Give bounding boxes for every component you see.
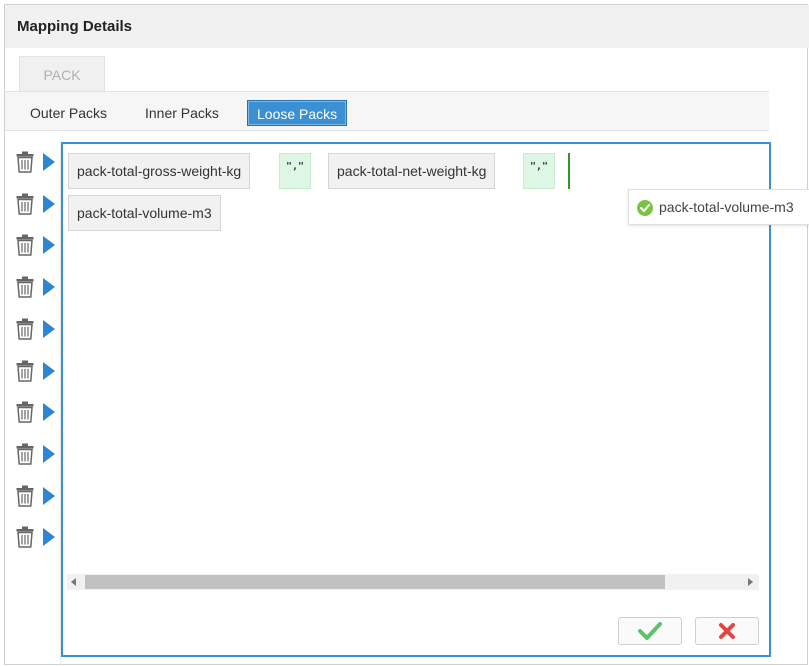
trash-icon[interactable] — [15, 485, 35, 507]
drop-cursor — [568, 153, 570, 189]
field-chip[interactable]: pack-total-volume-m3 — [68, 195, 221, 231]
trash-icon[interactable] — [15, 526, 35, 549]
play-arrow-icon[interactable] — [43, 194, 55, 213]
mapping-details-panel: Mapping Details PACK Outer Packs Inner P… — [4, 4, 809, 665]
delimiter-chip[interactable]: "," — [523, 153, 556, 189]
trash-icon[interactable] — [15, 360, 35, 382]
play-arrow-icon[interactable] — [43, 361, 55, 380]
row-control — [11, 145, 61, 177]
play-arrow-icon[interactable] — [43, 319, 55, 338]
play-arrow-icon[interactable] — [43, 236, 55, 255]
delimiter-chip[interactable]: "," — [279, 153, 312, 189]
check-icon — [638, 622, 662, 640]
play-arrow-icon[interactable] — [43, 486, 55, 505]
row-control — [11, 395, 61, 427]
row-control — [11, 228, 61, 260]
trash-icon[interactable] — [15, 151, 35, 173]
tab-pack[interactable]: PACK — [19, 56, 105, 91]
panel-title: Mapping Details — [17, 18, 133, 35]
scroll-right-icon[interactable] — [748, 578, 753, 586]
confirm-button[interactable] — [618, 617, 682, 645]
row-control — [11, 520, 61, 552]
panel-header: Mapping Details — [5, 5, 809, 48]
check-circle-icon — [637, 200, 653, 216]
subtab-inner-packs[interactable]: Inner Packs — [145, 100, 219, 126]
field-chip[interactable]: pack-total-net-weight-kg — [328, 153, 496, 189]
field-chip[interactable]: pack-total-gross-weight-kg — [68, 153, 251, 189]
tooltip-label: pack-total-volume-m3 — [659, 199, 794, 215]
close-icon — [719, 623, 735, 639]
pack-subtabs: Outer Packs Inner Packs Loose Packs — [5, 91, 769, 131]
subtab-loose-packs[interactable]: Loose Packs — [247, 100, 348, 126]
scroll-left-icon[interactable] — [71, 578, 76, 586]
trash-icon[interactable] — [15, 276, 35, 298]
trash-icon[interactable] — [15, 318, 35, 340]
trash-icon[interactable] — [15, 234, 35, 257]
trash-icon[interactable] — [15, 443, 35, 465]
scrollbar-thumb[interactable] — [85, 575, 665, 589]
trash-icon[interactable] — [15, 401, 35, 423]
row-control — [11, 270, 61, 302]
subtab-outer-packs[interactable]: Outer Packs — [30, 100, 107, 126]
drag-tooltip: pack-total-volume-m3 — [628, 189, 809, 225]
row-control — [11, 479, 61, 511]
row-control — [11, 437, 61, 469]
row-control — [11, 354, 61, 386]
play-arrow-icon[interactable] — [43, 403, 55, 422]
cancel-button[interactable] — [695, 617, 759, 645]
play-arrow-icon[interactable] — [43, 528, 55, 547]
play-arrow-icon[interactable] — [43, 153, 55, 171]
horizontal-scrollbar[interactable] — [67, 574, 759, 590]
play-arrow-icon[interactable] — [43, 278, 55, 297]
row-control — [11, 187, 61, 219]
trash-icon[interactable] — [15, 193, 35, 215]
row-controls — [5, 145, 61, 665]
play-arrow-icon[interactable] — [43, 444, 55, 463]
row-control — [11, 312, 61, 344]
